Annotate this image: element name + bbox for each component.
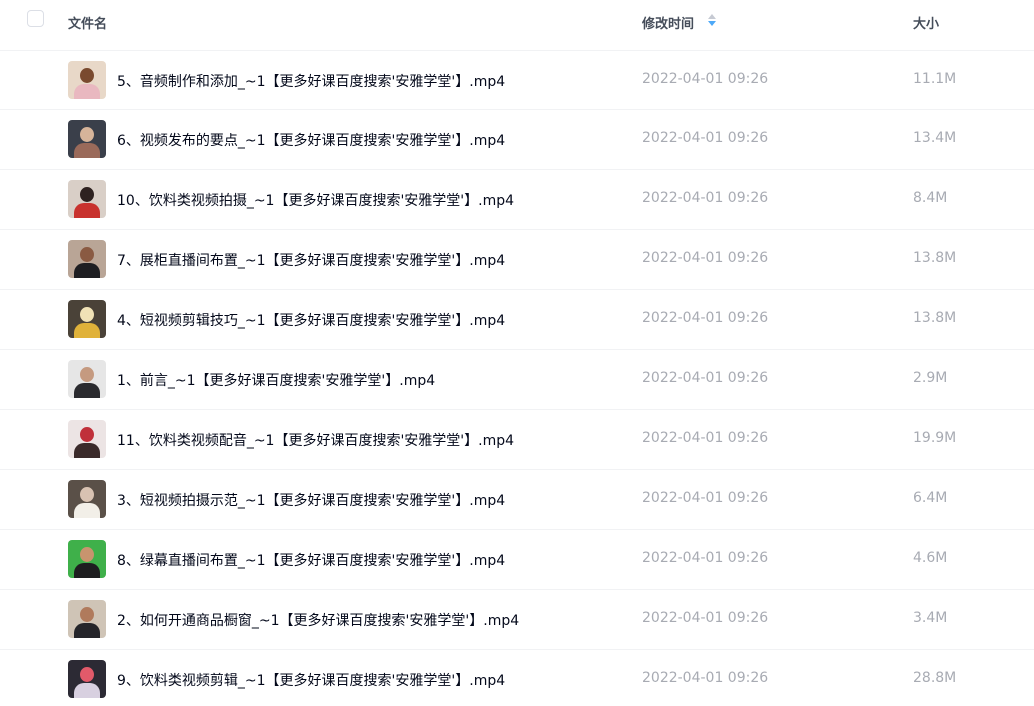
file-size: 2.9M bbox=[913, 370, 948, 386]
video-thumbnail[interactable] bbox=[68, 120, 106, 158]
table-row[interactable]: 7、展柜直播间布置_~1【更多好课百度搜索'安雅学堂'】.mp4 2022-04… bbox=[0, 230, 1034, 290]
file-size: 8.4M bbox=[913, 190, 948, 206]
select-all-checkbox[interactable] bbox=[27, 10, 44, 27]
file-name[interactable]: 8、绿幕直播间布置_~1【更多好课百度搜索'安雅学堂'】.mp4 bbox=[117, 550, 505, 570]
file-name[interactable]: 4、短视频剪辑技巧_~1【更多好课百度搜索'安雅学堂'】.mp4 bbox=[117, 310, 505, 330]
file-name[interactable]: 2、如何开通商品橱窗_~1【更多好课百度搜索'安雅学堂'】.mp4 bbox=[117, 610, 519, 630]
table-row[interactable]: 11、饮料类视频配音_~1【更多好课百度搜索'安雅学堂'】.mp4 2022-0… bbox=[0, 410, 1034, 470]
file-list-table: 文件名 修改时间 大小 5、音频制作和添加_~1【更多好课百度搜索'安雅学堂'】… bbox=[0, 0, 1034, 706]
table-row[interactable]: 4、短视频剪辑技巧_~1【更多好课百度搜索'安雅学堂'】.mp4 2022-04… bbox=[0, 290, 1034, 350]
video-thumbnail[interactable] bbox=[68, 420, 106, 458]
file-modified-time: 2022-04-01 09:26 bbox=[642, 370, 769, 386]
table-row[interactable]: 2、如何开通商品橱窗_~1【更多好课百度搜索'安雅学堂'】.mp4 2022-0… bbox=[0, 590, 1034, 650]
file-modified-time: 2022-04-01 09:26 bbox=[642, 550, 769, 566]
video-thumbnail[interactable] bbox=[68, 600, 106, 638]
file-modified-time: 2022-04-01 09:26 bbox=[642, 610, 769, 626]
table-row[interactable]: 6、视频发布的要点_~1【更多好课百度搜索'安雅学堂'】.mp4 2022-04… bbox=[0, 110, 1034, 170]
file-modified-time: 2022-04-01 09:26 bbox=[642, 310, 769, 326]
table-row[interactable]: 8、绿幕直播间布置_~1【更多好课百度搜索'安雅学堂'】.mp4 2022-04… bbox=[0, 530, 1034, 590]
file-name[interactable]: 3、短视频拍摄示范_~1【更多好课百度搜索'安雅学堂'】.mp4 bbox=[117, 490, 505, 510]
video-thumbnail[interactable] bbox=[68, 660, 106, 698]
video-thumbnail[interactable] bbox=[68, 540, 106, 578]
file-size: 11.1M bbox=[913, 71, 957, 87]
table-row[interactable]: 3、短视频拍摄示范_~1【更多好课百度搜索'安雅学堂'】.mp4 2022-04… bbox=[0, 470, 1034, 530]
column-header-time[interactable]: 修改时间 bbox=[642, 13, 694, 32]
file-name[interactable]: 5、音频制作和添加_~1【更多好课百度搜索'安雅学堂'】.mp4 bbox=[117, 71, 505, 91]
file-size: 13.8M bbox=[913, 310, 957, 326]
video-thumbnail[interactable] bbox=[68, 480, 106, 518]
file-size: 4.6M bbox=[913, 550, 948, 566]
file-name[interactable]: 11、饮料类视频配音_~1【更多好课百度搜索'安雅学堂'】.mp4 bbox=[117, 430, 514, 450]
table-row[interactable]: 10、饮料类视频拍摄_~1【更多好课百度搜索'安雅学堂'】.mp4 2022-0… bbox=[0, 170, 1034, 230]
file-name[interactable]: 6、视频发布的要点_~1【更多好课百度搜索'安雅学堂'】.mp4 bbox=[117, 130, 505, 150]
file-modified-time: 2022-04-01 09:26 bbox=[642, 190, 769, 206]
file-name[interactable]: 10、饮料类视频拍摄_~1【更多好课百度搜索'安雅学堂'】.mp4 bbox=[117, 190, 514, 210]
file-modified-time: 2022-04-01 09:26 bbox=[642, 71, 769, 87]
video-thumbnail[interactable] bbox=[68, 180, 106, 218]
table-row[interactable]: 5、音频制作和添加_~1【更多好课百度搜索'安雅学堂'】.mp4 2022-04… bbox=[0, 50, 1034, 110]
column-header-size[interactable]: 大小 bbox=[913, 13, 939, 32]
file-modified-time: 2022-04-01 09:26 bbox=[642, 430, 769, 446]
table-header: 文件名 修改时间 大小 bbox=[0, 0, 1034, 44]
file-modified-time: 2022-04-01 09:26 bbox=[642, 250, 769, 266]
file-modified-time: 2022-04-01 09:26 bbox=[642, 490, 769, 506]
file-name[interactable]: 1、前言_~1【更多好课百度搜索'安雅学堂'】.mp4 bbox=[117, 370, 435, 390]
column-header-name[interactable]: 文件名 bbox=[68, 13, 107, 32]
table-row[interactable]: 9、饮料类视频剪辑_~1【更多好课百度搜索'安雅学堂'】.mp4 2022-04… bbox=[0, 650, 1034, 706]
file-size: 3.4M bbox=[913, 610, 948, 626]
video-thumbnail[interactable] bbox=[68, 360, 106, 398]
file-modified-time: 2022-04-01 09:26 bbox=[642, 130, 769, 146]
file-modified-time: 2022-04-01 09:26 bbox=[642, 670, 769, 686]
video-thumbnail[interactable] bbox=[68, 61, 106, 99]
file-rows: 5、音频制作和添加_~1【更多好课百度搜索'安雅学堂'】.mp4 2022-04… bbox=[0, 50, 1034, 706]
file-size: 13.4M bbox=[913, 130, 957, 146]
file-size: 6.4M bbox=[913, 490, 948, 506]
video-thumbnail[interactable] bbox=[68, 240, 106, 278]
table-row[interactable]: 1、前言_~1【更多好课百度搜索'安雅学堂'】.mp4 2022-04-01 0… bbox=[0, 350, 1034, 410]
file-name[interactable]: 7、展柜直播间布置_~1【更多好课百度搜索'安雅学堂'】.mp4 bbox=[117, 250, 505, 270]
sort-icon[interactable] bbox=[707, 12, 717, 28]
file-size: 19.9M bbox=[913, 430, 957, 446]
file-size: 13.8M bbox=[913, 250, 957, 266]
file-name[interactable]: 9、饮料类视频剪辑_~1【更多好课百度搜索'安雅学堂'】.mp4 bbox=[117, 670, 505, 690]
video-thumbnail[interactable] bbox=[68, 300, 106, 338]
file-size: 28.8M bbox=[913, 670, 957, 686]
